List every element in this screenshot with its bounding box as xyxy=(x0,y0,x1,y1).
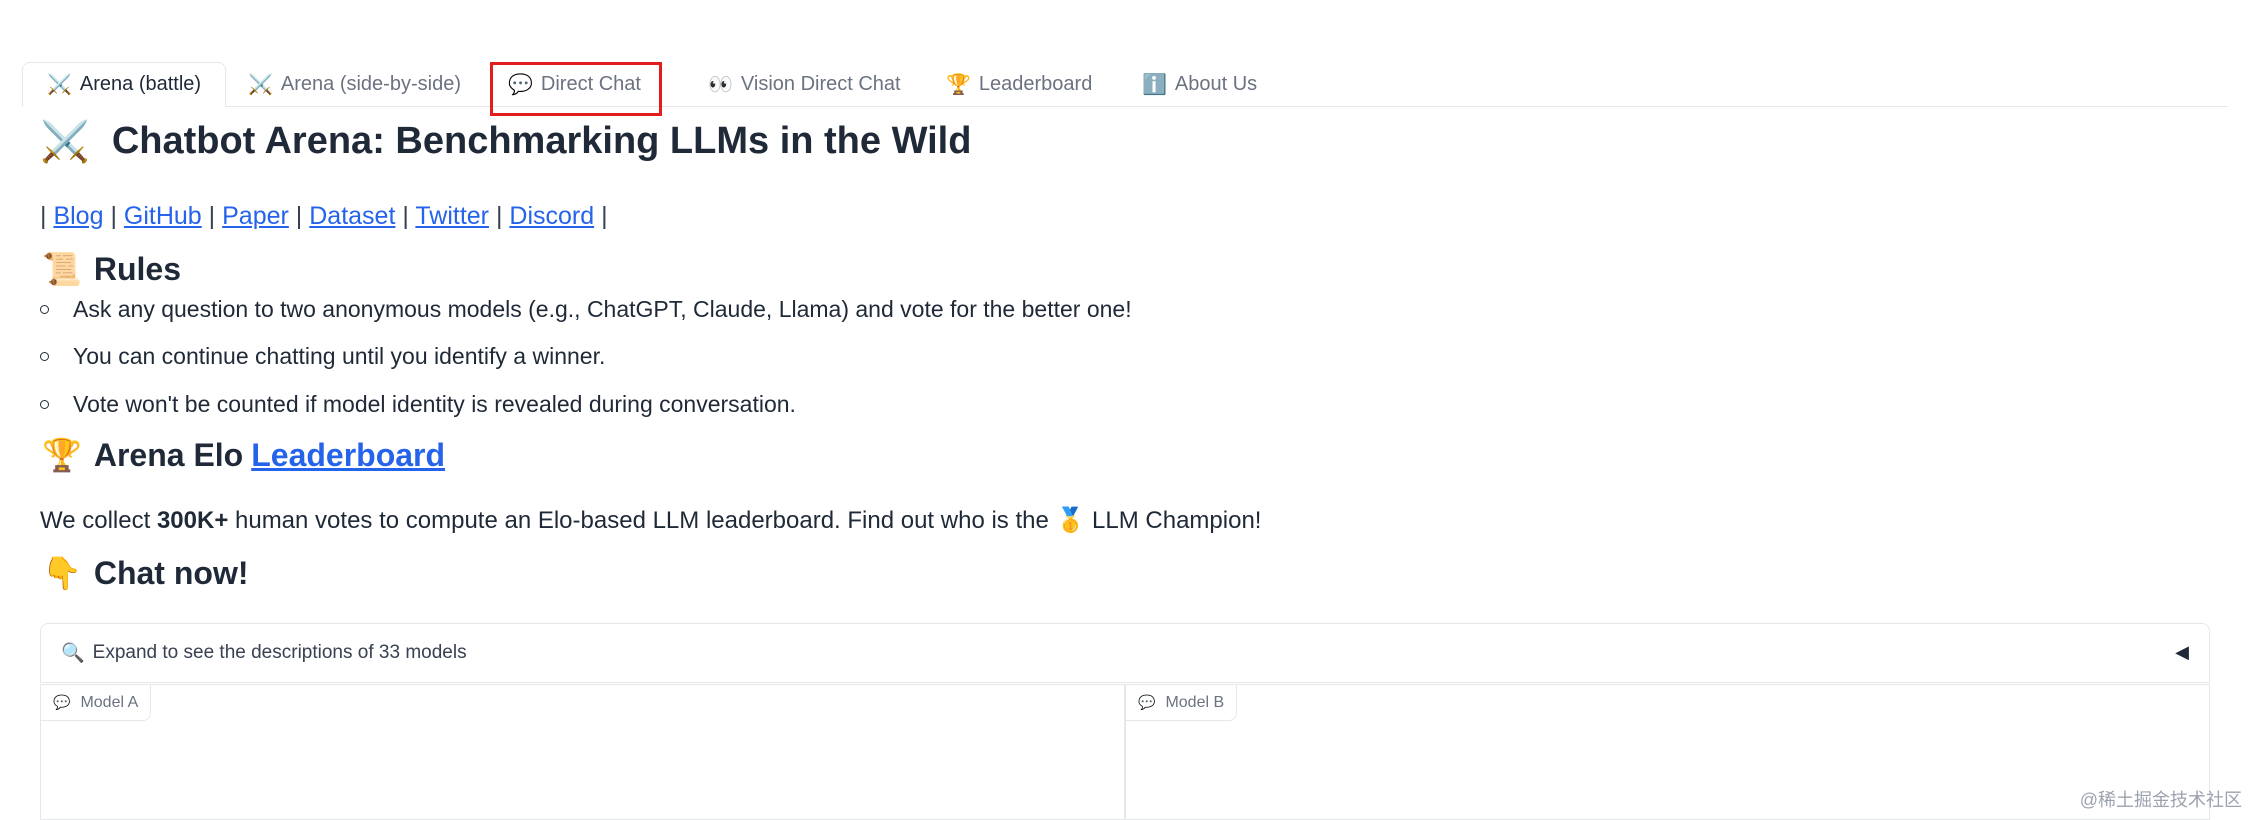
link-github[interactable]: GitHub xyxy=(124,202,202,230)
separator: | xyxy=(208,202,216,230)
link-paper[interactable]: Paper xyxy=(222,202,289,230)
page-title-text: Chatbot Arena: Benchmarking LLMs in the … xyxy=(111,120,972,162)
rules-heading: 📜 Rules xyxy=(42,250,181,288)
tab-vision-direct-chat[interactable]: 👀 Vision Direct Chat xyxy=(684,62,925,106)
collapse-arrow-icon[interactable]: ◀ xyxy=(2175,642,2189,663)
medal-icon: 🥇 xyxy=(1055,507,1086,534)
accordion-label: Expand to see the descriptions of 33 mod… xyxy=(92,642,467,663)
bullet-icon xyxy=(40,305,49,314)
watermark: @稀土掘金技术社区 xyxy=(2079,790,2242,810)
separator: | xyxy=(402,202,409,230)
chat-now-title: Chat now! xyxy=(93,554,249,591)
description-text: We collect xyxy=(40,507,157,534)
separator: | xyxy=(601,202,608,230)
crossed-swords-icon: ⚔️ xyxy=(248,73,273,96)
crossed-swords-icon: ⚔️ xyxy=(40,120,90,164)
rules-title: Rules xyxy=(93,250,181,287)
eyes-icon: 👀 xyxy=(708,73,733,96)
pointing-down-icon: 👇 xyxy=(42,555,82,591)
vote-count: 300K+ xyxy=(156,507,229,534)
chatbot-model-a[interactable]: 💬 Model A xyxy=(40,684,1125,820)
model-descriptions-accordion[interactable]: 🔍 Expand to see the descriptions of 33 m… xyxy=(40,623,2210,683)
elo-heading: 🏆 Arena Elo Leaderboard xyxy=(42,436,445,474)
tab-arena-side-by-side[interactable]: ⚔️ Arena (side-by-side) xyxy=(224,62,485,106)
list-item: Vote won't be counted if model identity … xyxy=(40,391,796,418)
leaderboard-link[interactable]: Leaderboard xyxy=(251,437,445,474)
description: We collect 300K+ human votes to compute … xyxy=(40,506,1261,535)
tab-direct-chat[interactable]: 💬 Direct Chat xyxy=(484,62,665,106)
tab-label: Direct Chat xyxy=(540,72,641,95)
model-a-label: 💬 Model A xyxy=(41,685,152,721)
link-discord[interactable]: Discord xyxy=(509,202,594,230)
tab-about-us[interactable]: ℹ️ About Us xyxy=(1118,62,1281,106)
elo-title-prefix: Arena Elo xyxy=(93,436,244,473)
tab-label: Arena (side-by-side) xyxy=(280,72,461,95)
separator: | xyxy=(40,202,47,230)
info-icon: ℹ️ xyxy=(1142,73,1167,96)
link-twitter[interactable]: Twitter xyxy=(415,202,489,230)
description-text: human votes to compute an Elo-based LLM … xyxy=(228,507,1056,534)
chat-icon: 💬 xyxy=(1138,694,1156,710)
bullet-icon xyxy=(40,400,49,409)
rule-text: Vote won't be counted if model identity … xyxy=(73,391,796,417)
rule-text: Ask any question to two anonymous models… xyxy=(73,296,1132,322)
page-title: ⚔️ Chatbot Arena: Benchmarking LLMs in t… xyxy=(40,118,971,165)
model-b-label-text: Model B xyxy=(1165,693,1225,711)
trophy-icon: 🏆 xyxy=(946,73,971,96)
model-b-label: 💬 Model B xyxy=(1126,685,1238,721)
tab-arena-battle[interactable]: ⚔️ Arena (battle) xyxy=(22,62,227,107)
separator: | xyxy=(295,202,303,230)
list-item: Ask any question to two anonymous models… xyxy=(40,296,1132,323)
bullet-icon xyxy=(40,352,49,361)
model-a-label-text: Model A xyxy=(80,693,139,711)
rule-text: You can continue chatting until you iden… xyxy=(73,343,606,369)
link-blog[interactable]: Blog xyxy=(53,202,103,230)
tab-label: About Us xyxy=(1174,72,1258,95)
chat-now-heading: 👇 Chat now! xyxy=(42,554,248,592)
tab-leaderboard[interactable]: 🏆 Leaderboard xyxy=(922,62,1116,106)
separator: | xyxy=(495,202,503,230)
description-text: LLM Champion! xyxy=(1085,507,1262,534)
scroll-icon: 📜 xyxy=(42,251,82,287)
chat-icon: 💬 xyxy=(53,694,71,710)
magnifier-icon: 🔍 xyxy=(61,643,85,664)
chatbot-model-b[interactable]: 💬 Model B xyxy=(1125,684,2210,820)
tab-label: Leaderboard xyxy=(978,72,1093,95)
tab-label: Vision Direct Chat xyxy=(740,72,901,95)
speech-bubble-icon: 💬 xyxy=(508,73,533,96)
tab-bar: ⚔️ Arena (battle) ⚔️ Arena (side-by-side… xyxy=(22,62,2228,107)
link-dataset[interactable]: Dataset xyxy=(309,202,395,230)
crossed-swords-icon: ⚔️ xyxy=(47,74,72,96)
tab-label: Arena (battle) xyxy=(79,73,202,95)
link-bar: | Blog | GitHub | Paper | Dataset | Twit… xyxy=(40,202,608,231)
separator: | xyxy=(110,202,117,230)
trophy-icon: 🏆 xyxy=(42,437,82,473)
list-item: You can continue chatting until you iden… xyxy=(40,343,605,370)
